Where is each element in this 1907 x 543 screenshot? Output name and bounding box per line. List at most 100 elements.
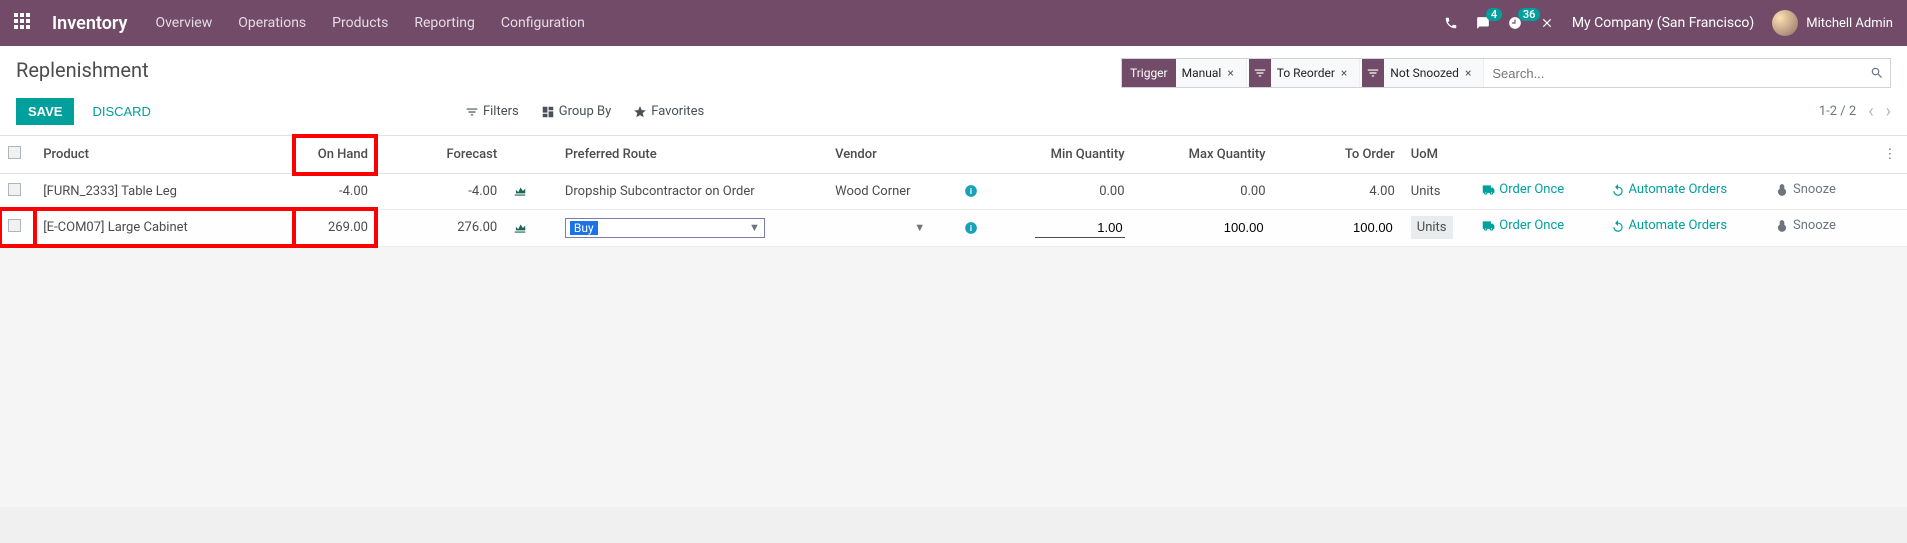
filters-button[interactable]: Filters [465, 104, 519, 119]
nav-products[interactable]: Products [332, 15, 388, 31]
avatar [1772, 10, 1798, 36]
order-once-button[interactable]: Order Once [1481, 218, 1564, 233]
cell-forecast: 276.00 [376, 209, 505, 246]
facet-to-reorder: To Reorder× [1249, 59, 1361, 87]
row-checkbox[interactable] [8, 183, 21, 196]
user-name: Mitchell Admin [1806, 16, 1893, 31]
cell-route[interactable]: Buy ▼ [557, 209, 827, 246]
select-all-checkbox[interactable] [8, 146, 21, 159]
col-product[interactable]: Product [35, 136, 293, 174]
filter-icon [1362, 59, 1384, 87]
facet-trigger-value: Manual× [1176, 59, 1247, 87]
breadcrumb: Replenishment [16, 58, 149, 82]
messages-badge: 4 [1486, 8, 1502, 21]
pager: 1-2 / 2 ‹ › [1819, 101, 1891, 122]
nav-configuration[interactable]: Configuration [501, 15, 585, 31]
cell-vendor[interactable]: ▼ [827, 209, 956, 246]
search-icon[interactable] [1870, 66, 1884, 81]
company-switcher[interactable]: My Company (San Francisco) [1572, 15, 1754, 31]
col-min[interactable]: Min Quantity [992, 136, 1133, 174]
info-icon[interactable]: i [964, 184, 978, 199]
col-uom[interactable]: UoM [1403, 136, 1473, 174]
forecast-chart-icon[interactable] [513, 220, 527, 235]
cell-vendor[interactable]: Wood Corner [827, 174, 956, 210]
order-once-button[interactable]: Order Once [1481, 182, 1564, 197]
svg-text:i: i [970, 186, 972, 196]
cell-product[interactable]: [FURN_2333] Table Leg [35, 174, 293, 210]
col-to-order[interactable]: To Order [1274, 136, 1403, 174]
col-vendor[interactable]: Vendor [827, 136, 956, 174]
info-icon[interactable]: i [964, 220, 978, 235]
nav-reporting[interactable]: Reporting [414, 15, 475, 31]
facet-remove-icon[interactable]: × [1221, 66, 1239, 80]
min-input[interactable] [1035, 218, 1125, 238]
cell-max[interactable]: 0.00 [1133, 174, 1274, 210]
route-tag: Buy [570, 221, 598, 235]
search-input[interactable] [1486, 66, 1870, 81]
cell-on-hand: 269.00 [294, 209, 376, 246]
to-order-input[interactable] [1305, 218, 1395, 237]
forecast-chart-icon[interactable] [513, 184, 527, 199]
facet-value: Not Snoozed× [1384, 59, 1484, 87]
main-navbar: Inventory Overview Operations Products R… [0, 0, 1907, 46]
cell-uom[interactable]: Units [1403, 209, 1473, 246]
vendor-select[interactable]: ▼ [835, 221, 925, 234]
cell-max[interactable] [1133, 209, 1274, 246]
pager-range: 1-2 / 2 [1819, 104, 1856, 119]
cell-uom[interactable]: Units [1403, 174, 1473, 210]
uom-select[interactable]: Units [1411, 216, 1453, 239]
table-row[interactable]: [FURN_2333] Table Leg -4.00 -4.00 Dropsh… [0, 174, 1907, 210]
nav-menu: Overview Operations Products Reporting C… [155, 15, 584, 31]
search-box[interactable]: Trigger Manual× To Reorder× Not Snoozed× [1121, 58, 1891, 88]
filter-icon [1249, 59, 1271, 87]
activity-badge: 36 [1518, 8, 1541, 21]
table-row[interactable]: [E-COM07] Large Cabinet 269.00 276.00 Bu… [0, 209, 1907, 246]
replenishment-table: Product On Hand Forecast Preferred Route… [0, 136, 1907, 247]
col-checkbox [0, 136, 35, 174]
pager-next[interactable]: › [1886, 101, 1891, 122]
snooze-button[interactable]: Snooze [1775, 182, 1836, 197]
nav-overview[interactable]: Overview [155, 15, 212, 31]
cell-route[interactable]: Dropship Subcontractor on Order [557, 174, 827, 210]
favorites-button[interactable]: Favorites [633, 104, 704, 119]
control-panel: Replenishment Trigger Manual× To Reorder… [0, 46, 1907, 136]
activity-icon[interactable]: 36 [1508, 16, 1522, 31]
automate-button[interactable]: Automate Orders [1611, 218, 1728, 233]
pager-prev[interactable]: ‹ [1868, 101, 1873, 122]
automate-button[interactable]: Automate Orders [1611, 182, 1728, 197]
chevron-down-icon: ▼ [914, 221, 925, 234]
cell-min[interactable]: 0.00 [992, 174, 1133, 210]
cell-to-order[interactable]: 4.00 [1274, 174, 1403, 210]
route-select[interactable]: Buy ▼ [565, 218, 765, 238]
max-input[interactable] [1176, 218, 1266, 237]
snooze-button[interactable]: Snooze [1775, 218, 1836, 233]
cell-forecast: -4.00 [376, 174, 505, 210]
groupby-button[interactable]: Group By [541, 104, 612, 119]
col-forecast[interactable]: Forecast [376, 136, 505, 174]
cell-min[interactable] [992, 209, 1133, 246]
cell-on-hand: -4.00 [294, 174, 376, 210]
cell-product[interactable]: [E-COM07] Large Cabinet [35, 209, 293, 246]
close-tray-icon[interactable] [1540, 16, 1554, 31]
col-max[interactable]: Max Quantity [1133, 136, 1274, 174]
phone-icon[interactable] [1444, 16, 1458, 31]
save-button[interactable]: SAVE [16, 98, 74, 125]
discard-button[interactable]: DISCARD [88, 98, 155, 125]
apps-icon[interactable] [14, 13, 34, 33]
messages-icon[interactable]: 4 [1476, 16, 1490, 31]
cell-to-order[interactable] [1274, 209, 1403, 246]
col-route[interactable]: Preferred Route [557, 136, 827, 174]
nav-operations[interactable]: Operations [238, 15, 306, 31]
chevron-down-icon: ▼ [749, 221, 760, 234]
user-menu[interactable]: Mitchell Admin [1772, 10, 1893, 36]
columns-options-icon[interactable]: ⋮ [1873, 136, 1907, 174]
facet-trigger: Trigger Manual× [1122, 59, 1247, 87]
facet-not-snoozed: Not Snoozed× [1362, 59, 1484, 87]
row-checkbox[interactable] [8, 219, 21, 232]
facet-remove-icon[interactable]: × [1335, 66, 1353, 80]
svg-text:i: i [970, 222, 972, 232]
facet-value: To Reorder× [1271, 59, 1361, 87]
col-on-hand[interactable]: On Hand [294, 136, 376, 174]
facet-remove-icon[interactable]: × [1459, 66, 1477, 80]
app-brand[interactable]: Inventory [52, 13, 127, 34]
